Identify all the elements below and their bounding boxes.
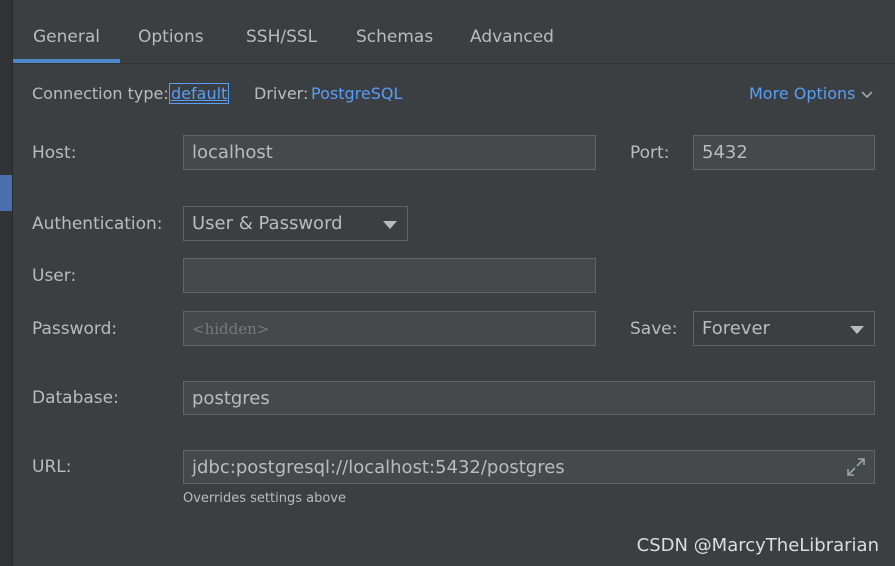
left-side-panel	[0, 0, 13, 566]
save-select[interactable]: Forever	[693, 311, 875, 346]
connection-type-link[interactable]: default	[168, 83, 230, 104]
host-value: localhost	[192, 142, 273, 163]
watermark: CSDN @MarcyTheLibrarian	[636, 535, 879, 556]
tab-advanced[interactable]: Advanced	[450, 22, 574, 63]
host-input[interactable]: localhost	[183, 135, 596, 170]
driver-label: Driver:	[254, 84, 309, 103]
dropdown-arrow-icon	[850, 325, 864, 334]
left-side-selection-marker	[0, 175, 12, 211]
user-input[interactable]	[183, 258, 596, 293]
database-value: postgres	[192, 387, 270, 409]
password-label: Password:	[32, 319, 118, 339]
url-value: jdbc:postgresql://localhost:5432/postgre…	[192, 456, 565, 478]
authentication-label: Authentication:	[32, 214, 163, 234]
more-options-label: More Options	[749, 84, 856, 103]
tab-schemas[interactable]: Schemas	[336, 22, 453, 63]
database-label: Database:	[32, 388, 119, 408]
tab-options[interactable]: Options	[118, 22, 224, 63]
tab-general[interactable]: General	[13, 22, 120, 63]
url-hint: Overrides settings above	[183, 491, 346, 506]
password-input[interactable]: <hidden>	[183, 311, 596, 346]
chevron-down-icon	[861, 90, 874, 98]
port-label: Port:	[630, 143, 670, 163]
user-label: User:	[32, 266, 77, 286]
password-placeholder: <hidden>	[192, 319, 270, 338]
tab-bar: General Options SSH/SSL Schemas Advanced	[13, 0, 895, 64]
dropdown-arrow-icon	[383, 220, 397, 229]
port-value: 5432	[702, 142, 748, 163]
save-label: Save:	[630, 319, 678, 339]
url-label: URL:	[32, 457, 72, 477]
driver-link[interactable]: PostgreSQL	[311, 84, 402, 103]
connection-type-label: Connection type:	[32, 84, 169, 103]
tab-ssh-ssl[interactable]: SSH/SSL	[226, 22, 337, 63]
more-options-link[interactable]: More Options	[749, 84, 874, 103]
port-input[interactable]: 5432	[693, 135, 875, 170]
authentication-select[interactable]: User & Password	[183, 206, 408, 241]
save-value: Forever	[702, 318, 770, 339]
host-label: Host:	[32, 143, 77, 163]
authentication-value: User & Password	[192, 213, 343, 234]
url-input[interactable]: jdbc:postgresql://localhost:5432/postgre…	[183, 450, 875, 484]
database-input[interactable]: postgres	[183, 381, 875, 415]
expand-icon[interactable]	[846, 457, 866, 477]
